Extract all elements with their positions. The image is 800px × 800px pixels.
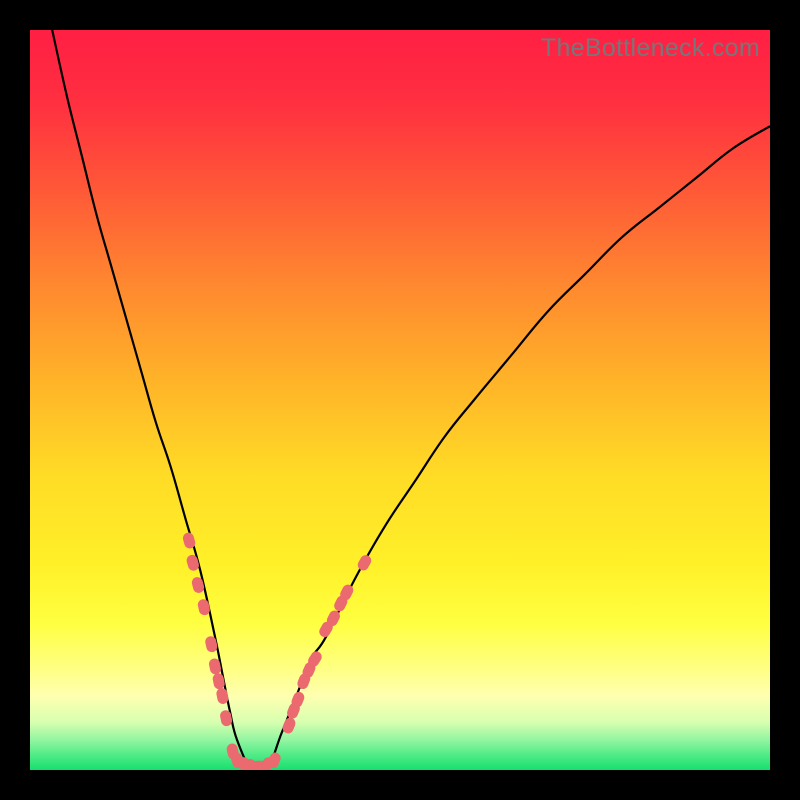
bottleneck-curve — [30, 30, 770, 770]
curve-marker — [182, 532, 196, 549]
curve-marker — [216, 688, 229, 705]
curve-marker — [356, 554, 372, 572]
watermark-text: TheBottleneck.com — [541, 34, 760, 63]
curve-marker — [282, 717, 297, 735]
curve-markers — [182, 532, 372, 770]
curve-line — [52, 30, 770, 770]
chart-frame: TheBottleneck.com — [30, 30, 770, 770]
